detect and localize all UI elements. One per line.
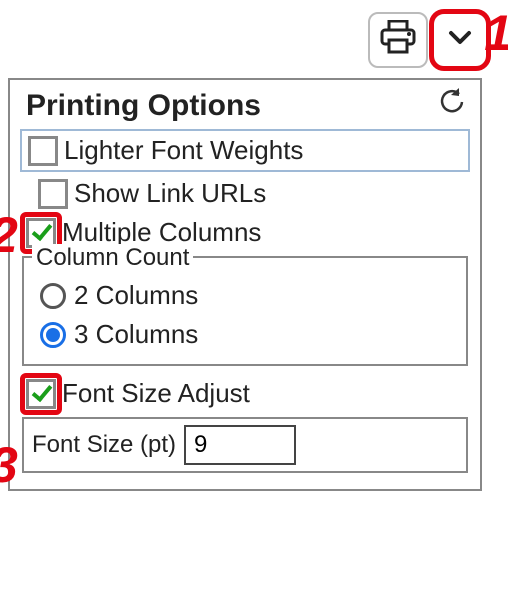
printing-options-panel: Printing Options Lighter Font Weights Sh…	[8, 78, 482, 491]
checkbox-show-link-urls[interactable]	[38, 179, 68, 209]
option-label: Font Size Adjust	[62, 378, 250, 409]
annotation-2: 2	[0, 210, 18, 260]
reset-icon[interactable]	[438, 88, 466, 123]
checkbox-lighter-font-weights[interactable]	[28, 136, 58, 166]
print-button[interactable]	[368, 12, 428, 68]
radio-3-columns[interactable]: 3 Columns	[36, 315, 454, 354]
option-label: Show Link URLs	[74, 178, 266, 209]
radio-label: 3 Columns	[74, 319, 198, 350]
font-size-label: Font Size (pt)	[32, 431, 176, 459]
option-show-link-urls[interactable]: Show Link URLs	[20, 174, 470, 213]
annotation-3: 3	[0, 440, 18, 490]
radio-2-columns[interactable]: 2 Columns	[36, 276, 454, 315]
option-lighter-font-weights[interactable]: Lighter Font Weights	[20, 129, 470, 172]
radio-label: 2 Columns	[74, 280, 198, 311]
option-font-size-adjust[interactable]: Font Size Adjust	[20, 374, 470, 413]
font-size-input[interactable]	[184, 425, 296, 465]
option-label: Lighter Font Weights	[64, 135, 303, 166]
panel-header: Printing Options	[20, 86, 470, 129]
printer-icon	[380, 20, 416, 61]
panel-title: Printing Options	[26, 89, 261, 123]
toolbar-button-group	[368, 12, 488, 68]
radio-button[interactable]	[40, 322, 66, 348]
print-options-dropdown-button[interactable]	[432, 12, 488, 68]
checkbox-font-size-adjust[interactable]	[26, 379, 56, 409]
toolbar: 1	[0, 0, 508, 72]
column-count-fieldset: Column Count 2 Columns 3 Columns	[22, 256, 468, 366]
font-size-row: Font Size (pt)	[22, 417, 468, 473]
fieldset-legend: Column Count	[32, 244, 193, 272]
chevron-down-icon	[447, 24, 473, 57]
checkbox-multiple-columns[interactable]	[26, 218, 56, 248]
radio-button[interactable]	[40, 283, 66, 309]
